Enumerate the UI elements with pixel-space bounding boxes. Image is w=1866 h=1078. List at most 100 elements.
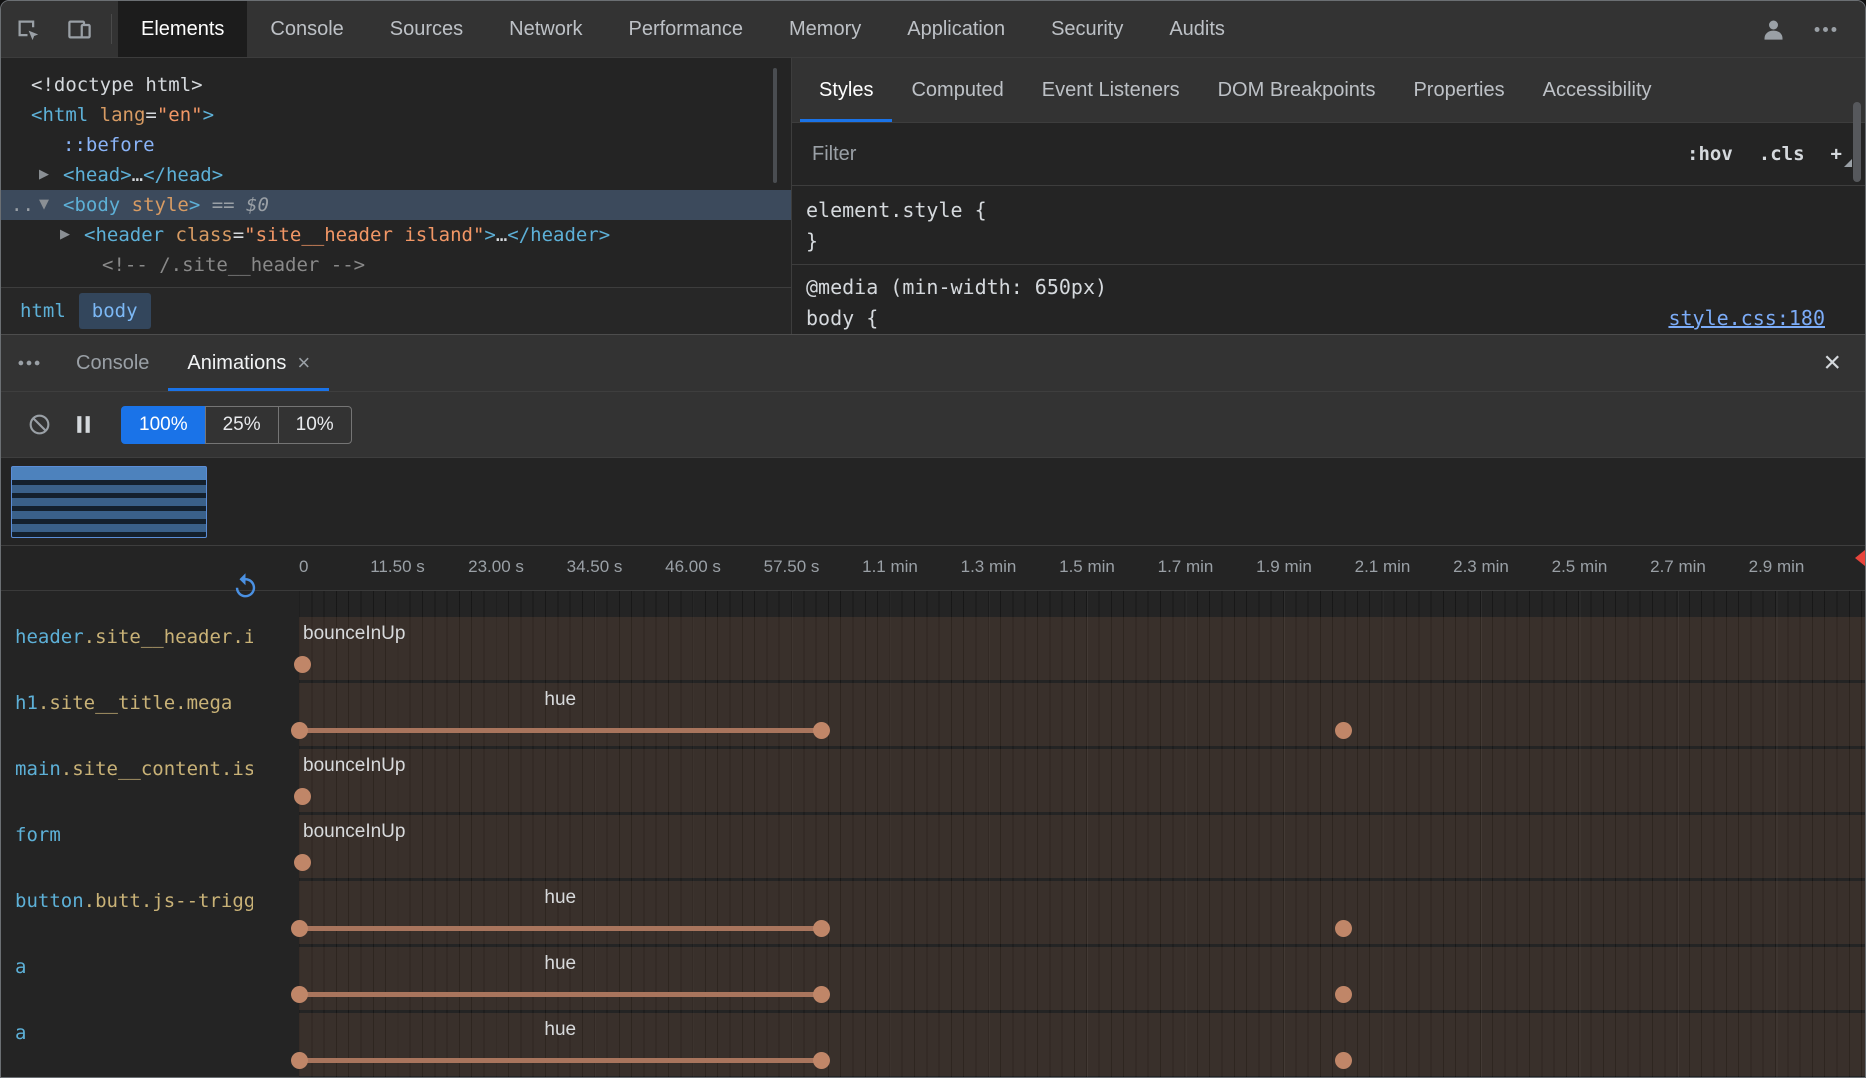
expand-arrow-icon[interactable]: ▶ — [39, 160, 49, 190]
ruler-tick-label: 2.3 min — [1453, 557, 1509, 577]
device-toolbar-icon[interactable] — [53, 1, 105, 57]
keyframe-dot[interactable] — [1335, 920, 1352, 937]
styles-sidebar-tabs: StylesComputedEvent ListenersDOM Breakpo… — [792, 58, 1865, 123]
keyframe-dot[interactable] — [294, 854, 311, 871]
keyframe-dot[interactable] — [291, 722, 308, 739]
tab-close-icon[interactable]: × — [297, 352, 310, 374]
style-source-link[interactable]: style.css:180 — [1668, 303, 1851, 334]
animation-node-link[interactable]: main.site__content.is — [15, 758, 253, 780]
element-style-rule-close[interactable]: } — [806, 226, 1851, 257]
keyframe-dot[interactable] — [294, 656, 311, 673]
animation-track[interactable]: bounceInUp — [299, 749, 1865, 812]
keyframe-dot[interactable] — [291, 1052, 308, 1069]
styles-tab-dom-breakpoints[interactable]: DOM Breakpoints — [1199, 58, 1395, 122]
animation-row: button.butt.js--trigge hue — [1, 881, 1865, 944]
expand-arrow-icon[interactable]: ▼ — [39, 190, 49, 220]
breadcrumb-item-html[interactable]: html — [7, 293, 79, 329]
keyframe-dot[interactable] — [291, 986, 308, 1003]
styles-filter-input[interactable]: Filter — [812, 143, 1674, 166]
animation-track[interactable]: bounceInUp — [299, 815, 1865, 878]
keyframe-dot[interactable] — [813, 722, 830, 739]
tab-sources[interactable]: Sources — [367, 1, 486, 57]
animation-node-link[interactable]: a — [15, 956, 26, 978]
tab-network[interactable]: Network — [486, 1, 605, 57]
new-style-rule-button[interactable]: + — [1818, 137, 1855, 171]
keyframe-dot[interactable] — [1335, 722, 1352, 739]
animation-bar[interactable] — [299, 1058, 821, 1063]
animation-node-link[interactable]: header.site__header.i — [15, 626, 253, 648]
keyframe-dot[interactable] — [813, 1052, 830, 1069]
cls-toggle-button[interactable]: .cls — [1746, 137, 1818, 171]
animation-track[interactable]: bounceInUp — [299, 617, 1865, 680]
animation-row: header.site__header.i bounceInUp — [1, 617, 1865, 680]
dom-tree-line[interactable]: ▶<head>…</head> — [1, 160, 791, 190]
keyframe-dot[interactable] — [1335, 1052, 1352, 1069]
dom-tree-line[interactable]: ..▼<body style> == $0 — [1, 190, 791, 220]
breadcrumb-item-body[interactable]: body — [79, 293, 151, 329]
animation-node-link[interactable]: a — [15, 1022, 26, 1044]
drawer-more-icon[interactable] — [1, 350, 57, 376]
tab-application[interactable]: Application — [884, 1, 1028, 57]
keyframe-dot[interactable] — [291, 920, 308, 937]
elements-scrollbar[interactable] — [773, 68, 777, 183]
styles-scrollbar[interactable] — [1853, 102, 1861, 182]
ruler-tick-label: 1.3 min — [961, 557, 1017, 577]
tab-console[interactable]: Console — [247, 1, 366, 57]
drawer-tab-animations[interactable]: Animations× — [168, 335, 329, 391]
tab-security[interactable]: Security — [1028, 1, 1146, 57]
tab-elements[interactable]: Elements — [118, 1, 247, 57]
keyframe-dot[interactable] — [1335, 986, 1352, 1003]
animation-node-link[interactable]: h1.site__title.mega — [15, 692, 232, 714]
drawer-close-icon[interactable]: × — [1823, 348, 1841, 378]
dom-tree-line[interactable]: <!-- /.site__header --> — [1, 250, 791, 280]
animation-track[interactable]: hue — [299, 1013, 1865, 1076]
playback-rate-10-button[interactable]: 10% — [278, 406, 352, 444]
body-rule[interactable]: body { style.css:180 — [806, 303, 1851, 334]
drawer-tab-console[interactable]: Console — [57, 335, 168, 391]
new-rule-dropdown-corner — [1844, 159, 1852, 167]
tab-audits[interactable]: Audits — [1146, 1, 1248, 57]
styles-rules: element.style { } @media (min-width: 650… — [792, 186, 1865, 334]
element-style-rule-open[interactable]: element.style { — [806, 195, 1851, 226]
styles-tab-event-listeners[interactable]: Event Listeners — [1023, 58, 1199, 122]
user-icon[interactable] — [1747, 1, 1799, 57]
keyframe-dot[interactable] — [813, 986, 830, 1003]
animation-track[interactable]: hue — [299, 683, 1865, 746]
styles-tab-styles[interactable]: Styles — [800, 58, 892, 122]
animation-group-previews — [1, 458, 1865, 546]
animation-track[interactable]: hue — [299, 881, 1865, 944]
styles-tab-properties[interactable]: Properties — [1394, 58, 1523, 122]
styles-tab-accessibility[interactable]: Accessibility — [1524, 58, 1671, 122]
replay-icon[interactable] — [231, 572, 260, 601]
dom-tree-line[interactable]: ::before — [1, 130, 791, 160]
dom-tree-line[interactable]: <!doctype html> — [1, 70, 791, 100]
more-menu-icon[interactable] — [1799, 1, 1851, 57]
ruler-tick-label: 2.9 min — [1749, 557, 1805, 577]
animation-bar[interactable] — [299, 926, 821, 931]
animation-bar[interactable] — [299, 728, 821, 733]
keyframe-dot[interactable] — [294, 788, 311, 805]
scrubber-marker[interactable] — [1855, 550, 1865, 566]
hov-toggle-button[interactable]: :hov — [1674, 137, 1746, 171]
keyframe-dot[interactable] — [813, 920, 830, 937]
animation-bar[interactable] — [299, 992, 821, 997]
animation-node-link[interactable]: button.butt.js--trigge — [15, 890, 253, 912]
devtools-window: ElementsConsoleSourcesNetworkPerformance… — [0, 0, 1866, 1078]
playback-rate-25-button[interactable]: 25% — [205, 406, 279, 444]
expand-arrow-icon[interactable]: ▶ — [60, 220, 70, 250]
dom-tree-line[interactable]: <html lang="en"> — [1, 100, 791, 130]
ruler-tick-label: 0 — [299, 557, 308, 577]
animation-group-preview[interactable] — [11, 466, 207, 538]
pause-icon[interactable] — [61, 403, 105, 447]
tab-performance[interactable]: Performance — [606, 1, 767, 57]
clear-all-icon[interactable] — [17, 403, 61, 447]
playback-rate-100-button[interactable]: 100% — [121, 406, 206, 444]
inspect-icon[interactable] — [1, 1, 53, 57]
animation-track[interactable]: hue — [299, 947, 1865, 1010]
tab-memory[interactable]: Memory — [766, 1, 884, 57]
animation-node-link[interactable]: form — [15, 824, 61, 846]
styles-tab-computed[interactable]: Computed — [892, 58, 1022, 122]
dom-tree-line[interactable]: ▶<header class="site__header island">…</… — [1, 220, 791, 250]
toolbar-divider — [111, 14, 112, 44]
ruler-tick-label: 1.9 min — [1256, 557, 1312, 577]
